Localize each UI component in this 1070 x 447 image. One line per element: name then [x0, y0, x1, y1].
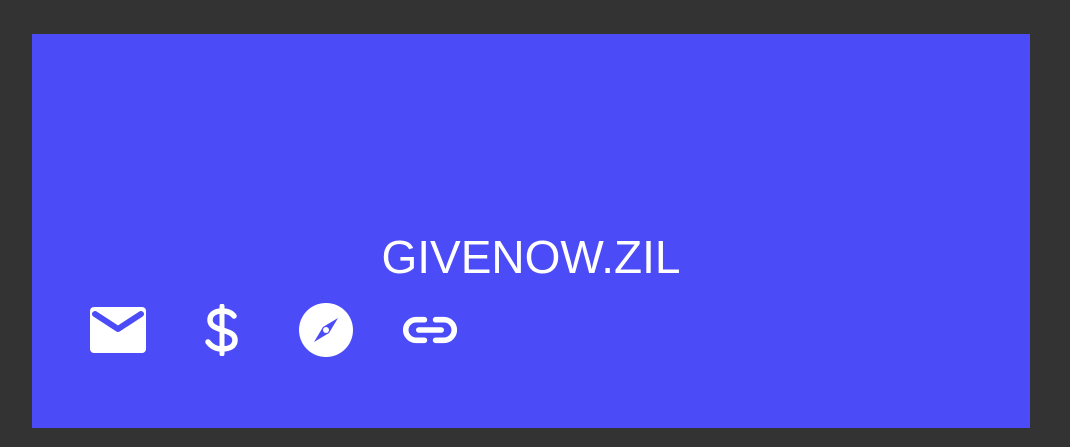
email-button[interactable]: [90, 302, 146, 358]
domain-card: GIVENOW.ZIL: [32, 34, 1030, 428]
link-icon: [402, 316, 458, 344]
dollar-icon: [205, 304, 238, 356]
compass-icon: [299, 303, 353, 357]
action-icons: [90, 302, 458, 358]
envelope-icon: [90, 307, 146, 353]
explore-button[interactable]: [298, 302, 354, 358]
donate-button[interactable]: [194, 302, 250, 358]
link-button[interactable]: [402, 302, 458, 358]
domain-title: GIVENOW.ZIL: [381, 231, 681, 283]
